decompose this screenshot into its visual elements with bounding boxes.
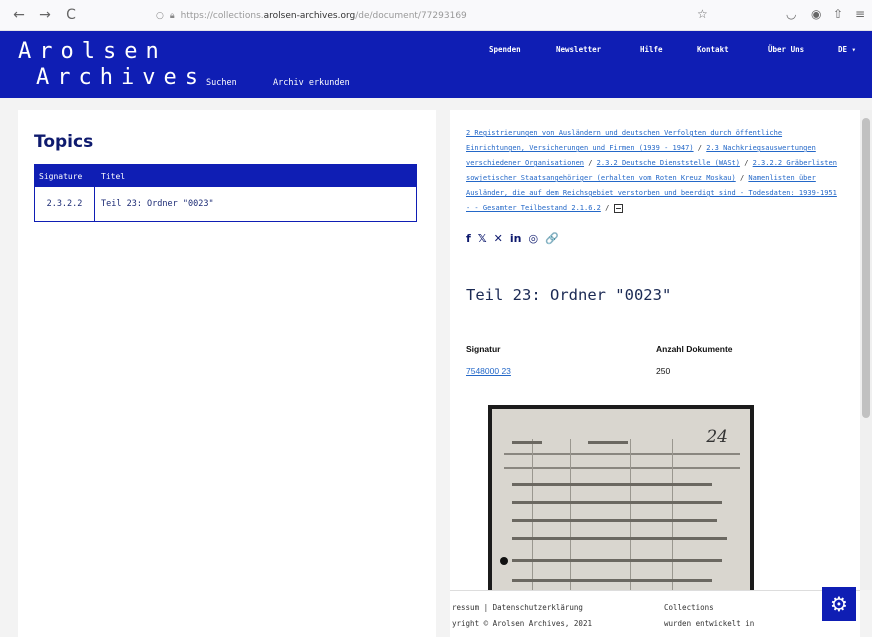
scan-punch-hole xyxy=(500,557,508,565)
scan-rule xyxy=(504,467,740,469)
scan-text xyxy=(512,441,542,444)
xing-icon[interactable]: ✕ xyxy=(494,232,503,245)
scan-text xyxy=(512,519,717,522)
breadcrumb: 2 Registrierungen von Ausländern und deu… xyxy=(466,126,844,216)
breadcrumb-separator: / xyxy=(739,174,745,182)
url-path: /de/document/77293169 xyxy=(355,11,467,21)
scan-text xyxy=(512,483,712,486)
topics-title: Topics xyxy=(34,132,94,152)
nav-kontakt[interactable]: Kontakt xyxy=(697,45,729,54)
scan-rule xyxy=(504,453,740,455)
bookmark-star-icon[interactable]: ☆ xyxy=(697,7,708,21)
facebook-icon[interactable]: f xyxy=(466,232,471,245)
nav-ueber-uns[interactable]: Über Uns xyxy=(768,45,804,54)
shield-icon: ○ xyxy=(156,11,164,21)
language-select[interactable]: DE ▾ xyxy=(838,45,856,54)
column-header-signature: Signature xyxy=(35,165,95,187)
browser-toolbar: ← → C ○ 🔒︎ https://collections. arolsen-a… xyxy=(0,0,872,31)
linkedin-icon[interactable]: in xyxy=(510,232,522,245)
settings-gear-button[interactable]: ⚙ xyxy=(822,587,856,621)
logo-line-1[interactable]: Arolsen xyxy=(18,39,167,64)
column-header-titel: Titel xyxy=(101,171,126,181)
logo-line-2[interactable]: Archives xyxy=(36,65,206,90)
whatsapp-icon[interactable]: ◎ xyxy=(529,232,539,245)
reload-button[interactable]: C xyxy=(64,7,78,23)
document-title: Teil 23: Ordner "0023" xyxy=(466,286,672,304)
scrollbar[interactable] xyxy=(860,110,872,590)
site-header: Arolsen Archives Suchen Archiv erkunden … xyxy=(0,31,872,98)
forward-button[interactable]: → xyxy=(38,7,52,23)
twitter-icon[interactable]: 𝕏 xyxy=(478,232,487,245)
breadcrumb-separator: / xyxy=(588,159,593,167)
topics-panel: Topics Signature Titel 2.3.2.2 Teil 23: … xyxy=(18,110,436,637)
back-button[interactable]: ← xyxy=(12,7,26,23)
footer-legal-links[interactable]: ressum | Datenschutzerklärung xyxy=(452,603,583,612)
breadcrumb-item-3[interactable]: 2.3.2 Deutsche Dienststelle (WASt) xyxy=(597,159,740,167)
nav-suchen[interactable]: Suchen xyxy=(206,78,237,88)
footer: ressum | Datenschutzerklärung yright © A… xyxy=(450,590,860,637)
thumbnail-handwriting: 24 xyxy=(706,427,728,447)
row-signature: 2.3.2.2 xyxy=(35,187,95,221)
document-panel: 2 Registrierungen von Ausländern und deu… xyxy=(450,110,860,637)
language-label: DE xyxy=(838,45,848,54)
menu-icon[interactable]: ≡ xyxy=(855,7,865,21)
breadcrumb-separator: / xyxy=(697,144,703,152)
footer-copyright: yright © Arolsen Archives, 2021 xyxy=(452,619,592,628)
address-bar[interactable]: ○ 🔒︎ https://collections. arolsen-archive… xyxy=(156,7,467,25)
url-host: arolsen-archives.org xyxy=(263,11,356,21)
signatur-label: Signatur xyxy=(466,344,501,354)
pocket-icon[interactable]: ◡ xyxy=(786,7,796,21)
nav-newsletter[interactable]: Newsletter xyxy=(556,45,601,54)
table-row[interactable]: 2.3.2.2 Teil 23: Ordner "0023" xyxy=(35,187,416,221)
share-row: f 𝕏 ✕ in ◎ 🔗 xyxy=(466,232,559,245)
gear-icon: ⚙ xyxy=(830,592,848,616)
lock-icon: 🔒︎ xyxy=(169,11,175,21)
scan-text xyxy=(512,537,727,540)
topics-table: Signature Titel 2.3.2.2 Teil 23: Ordner … xyxy=(34,164,417,222)
document-count-label: Anzahl Dokumente xyxy=(656,344,733,354)
share-icon[interactable]: ⇧ xyxy=(833,7,843,21)
scan-text xyxy=(588,441,628,444)
scrollbar-thumb[interactable] xyxy=(862,118,870,418)
signatur-link[interactable]: 7548000 23 xyxy=(466,366,511,376)
footer-developed-text: wurden entwickelt in xyxy=(664,619,755,628)
nav-hilfe[interactable]: Hilfe xyxy=(640,45,663,54)
account-icon[interactable]: ◉ xyxy=(811,7,821,21)
collapse-breadcrumb-icon[interactable] xyxy=(613,203,623,213)
breadcrumb-separator: / xyxy=(744,159,749,167)
chevron-down-icon: ▾ xyxy=(851,45,857,54)
scan-text xyxy=(512,559,722,562)
nav-spenden[interactable]: Spenden xyxy=(489,45,521,54)
nav-archiv-erkunden[interactable]: Archiv erkunden xyxy=(273,78,350,88)
row-title[interactable]: Teil 23: Ordner "0023" xyxy=(95,199,214,209)
breadcrumb-separator: / xyxy=(605,204,610,212)
document-count: 250 xyxy=(656,366,671,376)
scan-text xyxy=(512,501,722,504)
scan-text xyxy=(512,579,712,582)
copy-link-icon[interactable]: 🔗 xyxy=(545,232,559,245)
table-header: Signature Titel xyxy=(35,165,416,187)
footer-collections-label: Collections xyxy=(664,603,714,612)
url-prefix: https://collections. xyxy=(180,11,264,21)
